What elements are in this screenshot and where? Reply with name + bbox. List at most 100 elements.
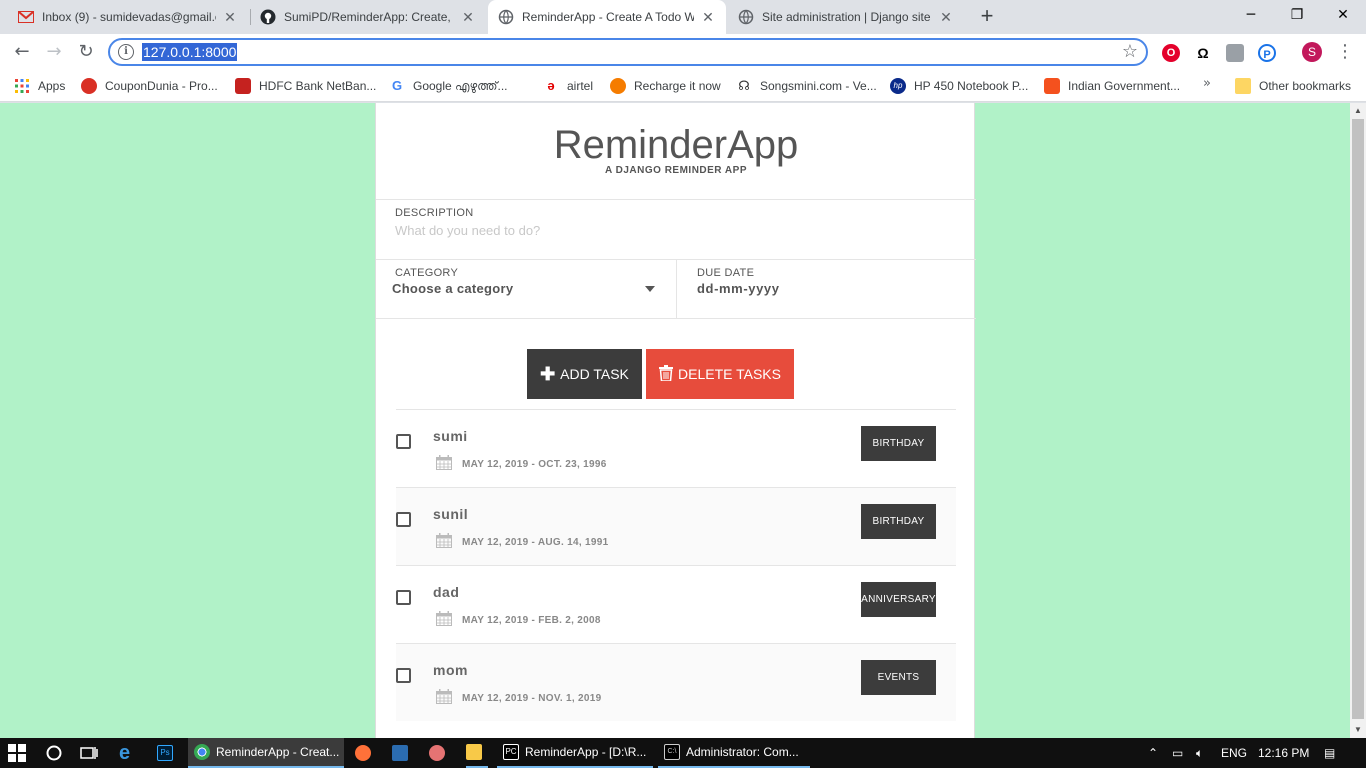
window-close-icon[interactable]: ✕ bbox=[1320, 0, 1366, 30]
tab-strip: Inbox (9) - sumidevadas@gmail.c ✕ SumiPD… bbox=[0, 0, 1366, 34]
google-icon: G bbox=[389, 78, 405, 94]
tab-title: Site administration | Django site a bbox=[762, 10, 932, 24]
url-text[interactable]: 127.0.0.1:8000 bbox=[142, 43, 238, 61]
address-bar[interactable]: i 127.0.0.1:8000 ☆ bbox=[108, 38, 1148, 66]
language-indicator[interactable]: ENG bbox=[1221, 738, 1247, 768]
reload-icon[interactable]: ↻ bbox=[74, 40, 98, 64]
chevron-up-icon[interactable]: ⌃ bbox=[1148, 738, 1158, 768]
scroll-up-icon[interactable]: ▲ bbox=[1350, 103, 1366, 119]
bookmark-recharge[interactable]: Recharge it now bbox=[610, 76, 721, 96]
close-icon[interactable]: ✕ bbox=[222, 9, 238, 25]
scrollbar[interactable]: ▲ ▼ bbox=[1350, 103, 1366, 738]
minimize-icon[interactable]: ─ bbox=[1228, 0, 1274, 30]
bookmark-label: airtel bbox=[567, 79, 594, 93]
task-dates: MAY 12, 2019 - OCT. 23, 1996 bbox=[462, 459, 607, 470]
new-tab-button[interactable]: + bbox=[976, 5, 998, 28]
file-explorer-icon[interactable] bbox=[466, 738, 488, 768]
taskbar-chrome[interactable]: ReminderApp - Creat... bbox=[188, 738, 344, 768]
scrollbar-thumb[interactable] bbox=[1352, 119, 1364, 719]
bookmark-indian-government[interactable]: Indian Government... bbox=[1044, 76, 1180, 96]
category-badge: BIRTHDAY bbox=[861, 426, 936, 461]
close-icon[interactable]: ✕ bbox=[938, 9, 954, 25]
tab-title: ReminderApp - Create A Todo W bbox=[522, 10, 694, 24]
keyboard-icon[interactable] bbox=[392, 738, 414, 768]
volume-icon[interactable]: 🔈︎ bbox=[1196, 738, 1203, 768]
close-icon[interactable]: ✕ bbox=[700, 9, 716, 25]
category-label: CATEGORY bbox=[395, 267, 459, 279]
opera-extension-icon[interactable]: O bbox=[1162, 44, 1180, 62]
list-item: dad MAY 12, 2019 - FEB. 2, 2008 ANNIVERS… bbox=[396, 565, 956, 643]
scroll-down-icon[interactable]: ▼ bbox=[1350, 722, 1366, 738]
bookmark-other[interactable]: Other bookmarks bbox=[1235, 76, 1351, 96]
windows-start-icon[interactable] bbox=[8, 738, 26, 768]
task-checkbox[interactable] bbox=[396, 668, 411, 683]
bookmark-label: Indian Government... bbox=[1068, 79, 1181, 93]
menu-icon[interactable]: ⋮ bbox=[1336, 40, 1354, 64]
task-checkbox[interactable] bbox=[396, 590, 411, 605]
description-input[interactable] bbox=[395, 220, 955, 240]
back-icon[interactable]: ← bbox=[10, 40, 34, 64]
chevron-down-icon[interactable] bbox=[645, 286, 655, 292]
taskbar-label: ReminderApp - [D:\R... bbox=[525, 745, 647, 759]
bookmark-label: HDFC Bank NetBan... bbox=[259, 79, 377, 93]
tab-django-admin[interactable]: Site administration | Django site a ✕ bbox=[728, 0, 964, 34]
task-view-icon[interactable] bbox=[80, 738, 98, 768]
due-date-input[interactable]: dd-mm-yyyy bbox=[697, 281, 780, 296]
tab-reminderapp[interactable]: ReminderApp - Create A Todo W ✕ bbox=[488, 0, 726, 34]
taskbar-label: ReminderApp - Creat... bbox=[216, 745, 340, 759]
close-icon[interactable]: ✕ bbox=[460, 9, 476, 25]
firefox-icon[interactable] bbox=[355, 738, 377, 768]
task-checkbox[interactable] bbox=[396, 434, 411, 449]
folder-icon bbox=[1235, 78, 1251, 94]
bookmark-hp[interactable]: hp HP 450 Notebook P... bbox=[890, 76, 1028, 96]
delete-tasks-button[interactable]: DELETE TASKS bbox=[646, 349, 794, 399]
taskbar-cmd[interactable]: C:\ Administrator: Com... bbox=[658, 738, 810, 768]
add-task-button[interactable]: ✚ ADD TASK bbox=[527, 349, 642, 399]
gmail-icon bbox=[18, 9, 34, 25]
tab-title: SumiPD/ReminderApp: Create, Up bbox=[284, 10, 454, 24]
taskbar-pycharm[interactable]: PC ReminderApp - [D:\R... bbox=[497, 738, 653, 768]
avatar[interactable]: S bbox=[1302, 42, 1322, 62]
pycharm-icon: PC bbox=[503, 744, 519, 760]
bookmark-airtel[interactable]: ә airtel bbox=[543, 76, 593, 96]
bookmark-label: HP 450 Notebook P... bbox=[914, 79, 1029, 93]
battery-icon[interactable]: ▭ bbox=[1172, 738, 1183, 768]
list-item: sunil MAY 12, 2019 - AUG. 14, 1991 BIRTH… bbox=[396, 487, 956, 565]
bookmark-coupondunia[interactable]: CouponDunia - Pro... bbox=[81, 76, 218, 96]
task-dates: MAY 12, 2019 - AUG. 14, 1991 bbox=[462, 537, 609, 548]
search-extension-icon[interactable]: P bbox=[1258, 44, 1276, 62]
forward-icon[interactable]: → bbox=[42, 40, 66, 64]
bookmark-google-input[interactable]: G Google എഴുത്ത്... bbox=[389, 76, 508, 96]
search-icon[interactable] bbox=[45, 738, 63, 768]
bookmark-apps[interactable]: Apps bbox=[14, 76, 65, 96]
apps-grid-icon bbox=[14, 78, 30, 94]
edge-icon[interactable]: e bbox=[119, 738, 130, 768]
bookmark-hdfc[interactable]: HDFC Bank NetBan... bbox=[235, 76, 376, 96]
tab-gmail[interactable]: Inbox (9) - sumidevadas@gmail.c ✕ bbox=[8, 0, 248, 34]
info-icon[interactable]: i bbox=[118, 44, 134, 60]
restore-icon[interactable]: ❐ bbox=[1274, 0, 1320, 30]
task-name: sumi bbox=[433, 428, 468, 444]
extension-icon[interactable]: Ω bbox=[1194, 44, 1212, 62]
calendar-icon bbox=[436, 455, 452, 470]
photoshop-icon[interactable]: Ps bbox=[157, 738, 179, 768]
category-value[interactable]: Choose a category bbox=[392, 281, 513, 296]
star-icon[interactable]: ☆ bbox=[1122, 41, 1138, 62]
list-item: sumi MAY 12, 2019 - OCT. 23, 1996 BIRTHD… bbox=[396, 409, 956, 487]
calendar-icon bbox=[436, 611, 452, 626]
reminder-card: ReminderApp A DJANGO REMINDER APP DESCRI… bbox=[375, 103, 976, 738]
description-label: DESCRIPTION bbox=[395, 207, 474, 219]
bookmarks-overflow-icon[interactable]: » bbox=[1203, 76, 1211, 91]
notification-icon[interactable]: ▤ bbox=[1324, 738, 1335, 768]
clock[interactable]: 12:16 PM bbox=[1258, 738, 1309, 768]
cube-extension-icon[interactable] bbox=[1226, 44, 1244, 62]
bookmark-songsmini[interactable]: ☊ Songsmini.com - Ve... bbox=[736, 76, 877, 96]
task-checkbox[interactable] bbox=[396, 512, 411, 527]
bookmark-label: Google എഴുത്ത്... bbox=[413, 78, 508, 93]
paint-icon[interactable] bbox=[429, 738, 451, 768]
browser-toolbar: ← → ↻ i 127.0.0.1:8000 ☆ O Ω P S ⋮ bbox=[0, 34, 1366, 70]
page-subtitle: A DJANGO REMINDER APP bbox=[605, 165, 747, 176]
taskbar-label: Administrator: Com... bbox=[686, 745, 799, 759]
plus-icon: ✚ bbox=[540, 364, 556, 384]
tab-github[interactable]: SumiPD/ReminderApp: Create, Up ✕ bbox=[250, 0, 486, 34]
